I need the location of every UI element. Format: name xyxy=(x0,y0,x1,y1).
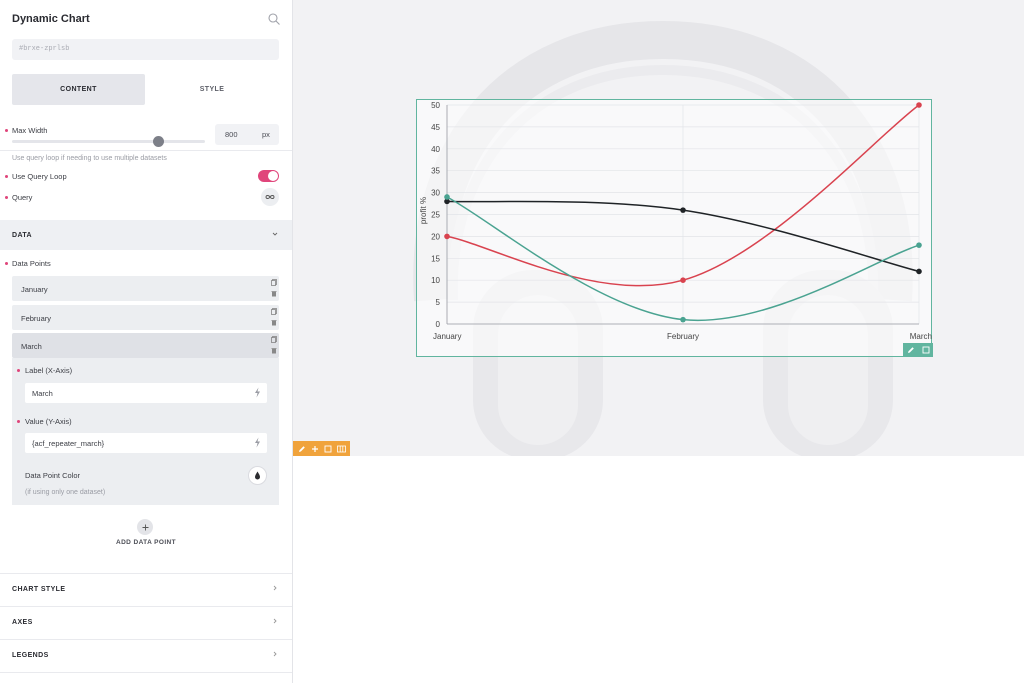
y-tick-label: 40 xyxy=(431,145,440,154)
builder-sidebar: Dynamic Chart #brxe-zprlsb CONTENT STYLE… xyxy=(0,0,293,683)
square-icon[interactable] xyxy=(324,445,332,453)
data-point-color-label: Data Point Color xyxy=(25,471,81,480)
setting-dot xyxy=(5,196,8,199)
chevron-down-icon xyxy=(272,232,278,236)
data-point-marker xyxy=(444,194,450,200)
x-tick-label: February xyxy=(667,332,699,341)
y-tick-label: 20 xyxy=(431,232,440,241)
y-tick-label: 10 xyxy=(431,276,440,285)
y-axis-label: profit % xyxy=(419,197,428,224)
panel-title: Dynamic Chart xyxy=(12,13,90,25)
trash-icon[interactable] xyxy=(271,319,277,326)
section-chart-style-header[interactable]: CHART STYLE xyxy=(0,574,292,606)
droplet-icon xyxy=(255,471,260,480)
tab-content[interactable]: CONTENT xyxy=(12,74,145,105)
trash-icon[interactable] xyxy=(271,290,277,297)
add-data-point-button[interactable] xyxy=(137,519,153,535)
color-picker-button[interactable] xyxy=(248,466,267,485)
data-point-label: January xyxy=(21,285,48,294)
section-title: CHART STYLE xyxy=(12,586,66,593)
y-axis-value-value: {acf_repeater_march} xyxy=(32,439,105,448)
copy-icon[interactable] xyxy=(271,336,277,343)
pencil-icon[interactable] xyxy=(298,445,306,453)
trash-icon[interactable] xyxy=(271,347,277,354)
data-point-row[interactable]: January xyxy=(12,276,279,301)
y-tick-label: 25 xyxy=(431,211,440,220)
plus-icon[interactable] xyxy=(311,445,319,453)
section-title: LEGENDS xyxy=(12,652,49,659)
data-point-label: March xyxy=(21,342,42,351)
data-point-label: February xyxy=(21,314,52,323)
infinity-icon xyxy=(265,195,275,199)
section-title: AXES xyxy=(12,619,33,626)
chart-element-tools xyxy=(903,343,933,357)
dynamic-data-icon[interactable] xyxy=(254,437,261,448)
chevron-right-icon xyxy=(273,651,277,657)
divider xyxy=(0,150,292,151)
max-width-slider-thumb[interactable] xyxy=(153,136,165,147)
data-point-marker xyxy=(916,242,922,248)
max-width-value: 800 xyxy=(225,130,238,139)
x-axis-label-input[interactable]: March xyxy=(25,383,267,403)
max-width-slider-track[interactable] xyxy=(12,140,205,143)
y-tick-label: 30 xyxy=(431,189,440,198)
add-data-point-label[interactable]: ADD DATA POINT xyxy=(0,539,292,546)
pencil-icon[interactable] xyxy=(907,346,915,354)
x-tick-label: March xyxy=(910,332,932,341)
data-point-marker xyxy=(916,268,922,275)
max-width-label: Max Width xyxy=(12,126,48,135)
x-axis-label-value: March xyxy=(32,389,53,398)
setting-dot xyxy=(5,175,8,178)
data-point-marker xyxy=(680,316,686,323)
setting-dot xyxy=(17,369,20,372)
x-axis-label-title: Label (X-Axis) xyxy=(25,366,73,375)
max-width-unit[interactable]: px xyxy=(262,130,270,139)
chevron-right-icon xyxy=(273,618,277,624)
y-tick-label: 35 xyxy=(431,167,440,176)
query-hint: Use query loop if needing to use multipl… xyxy=(12,155,167,162)
square-icon[interactable] xyxy=(922,346,930,354)
chevron-right-icon xyxy=(273,585,277,591)
copy-icon[interactable] xyxy=(271,308,277,315)
data-point-row[interactable]: February xyxy=(12,305,279,330)
y-tick-label: 5 xyxy=(436,298,441,307)
x-tick-label: January xyxy=(433,332,461,341)
data-point-row-active[interactable]: March xyxy=(12,333,279,358)
use-query-loop-toggle[interactable] xyxy=(258,170,279,182)
data-point-marker xyxy=(680,277,686,283)
y-axis-value-title: Value (Y-Axis) xyxy=(25,417,72,426)
y-axis-value-input[interactable]: {acf_repeater_march} xyxy=(25,433,267,453)
search-icon[interactable] xyxy=(267,12,281,26)
data-point-expanded xyxy=(12,358,279,505)
plus-icon xyxy=(142,524,148,530)
data-point-marker xyxy=(444,233,450,240)
setting-dot xyxy=(5,129,8,132)
section-data-title: DATA xyxy=(12,232,33,239)
y-tick-label: 15 xyxy=(431,254,440,263)
tab-style[interactable]: STYLE xyxy=(145,74,279,105)
section-axes-header[interactable]: AXES xyxy=(0,607,292,639)
element-id-field[interactable]: #brxe-zprlsb xyxy=(12,39,279,60)
dynamic-data-icon[interactable] xyxy=(254,387,261,398)
y-tick-label: 45 xyxy=(431,123,440,132)
section-data-header[interactable]: DATA xyxy=(0,220,292,250)
divider xyxy=(0,672,292,673)
y-tick-label: 0 xyxy=(436,320,441,329)
data-point-marker xyxy=(916,102,922,108)
copy-icon[interactable] xyxy=(271,279,277,286)
query-label: Query xyxy=(12,193,33,202)
setting-dot xyxy=(5,262,8,265)
toggle-knob xyxy=(268,171,278,181)
data-point-marker xyxy=(680,207,686,213)
columns-icon[interactable] xyxy=(336,445,346,453)
section-legends-header[interactable]: LEGENDS xyxy=(0,640,292,672)
section-toolbar xyxy=(293,441,350,456)
line-chart: 0 5 10 15 20 25 30 35 40 45 50 January February March… xyxy=(419,101,932,341)
setting-dot xyxy=(17,420,20,423)
data-points-label: Data Points xyxy=(12,259,51,268)
query-loop-button[interactable] xyxy=(261,188,279,206)
y-tick-label: 50 xyxy=(431,101,440,110)
use-query-loop-label: Use Query Loop xyxy=(12,172,67,181)
data-point-color-hint: (if using only one dataset) xyxy=(25,489,106,496)
